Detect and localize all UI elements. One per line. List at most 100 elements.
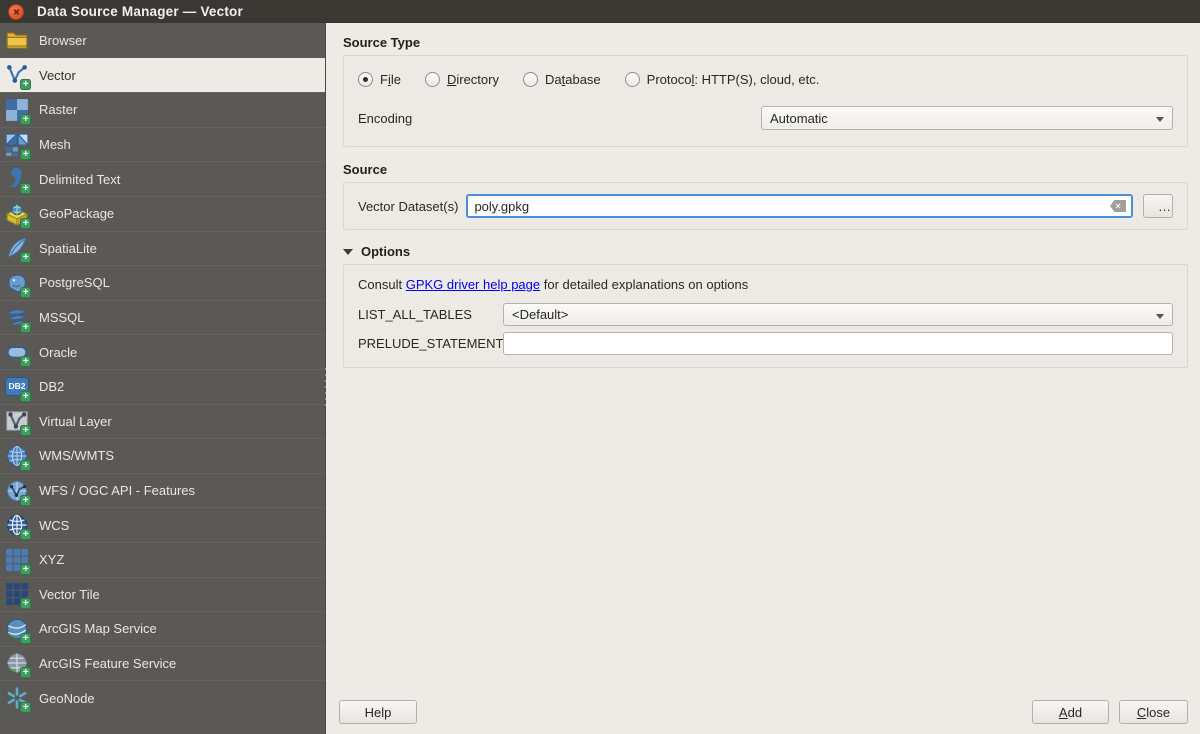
mesh-icon [4, 132, 31, 160]
add-button[interactable]: Add [1032, 700, 1109, 724]
sidebar-item-mssql[interactable]: MSSQL [0, 299, 325, 335]
window-title: Data Source Manager — Vector [37, 4, 243, 19]
arcgis-globe-gray-icon [4, 650, 31, 679]
add-plus-badge-icon [20, 494, 31, 506]
source-type-group: File Directory Database Protocol: HTTP(S… [343, 55, 1188, 147]
sidebar-item-postgresql[interactable]: PostgreSQL [0, 265, 325, 300]
prelude-statements-input[interactable] [503, 332, 1173, 355]
sidebar-item-wcs[interactable]: WCS [0, 507, 325, 542]
source-sidebar: Browser Vector Raster Mesh [0, 23, 329, 734]
elephant-icon [4, 270, 31, 298]
sidebar-item-virtual-layer[interactable]: Virtual Layer [0, 403, 325, 439]
add-plus-badge-icon [20, 321, 31, 333]
chevron-down-icon [1156, 314, 1164, 319]
encoding-label: Encoding [358, 110, 413, 126]
sidebar-item-vector-tile[interactable]: Vector Tile [0, 576, 325, 612]
vector-source-panel: Source Type File Directory Database Prot [326, 23, 1200, 734]
radio-unselected-icon [424, 72, 440, 87]
vector-icon [4, 62, 31, 91]
close-window-button[interactable] [8, 3, 24, 20]
raster-icon [4, 97, 31, 125]
sidebar-item-oracle[interactable]: Oracle [0, 334, 325, 369]
sidebar-item-vector[interactable]: Vector [0, 57, 325, 93]
add-plus-badge-icon [20, 529, 31, 541]
virtual-layer-icon [4, 408, 31, 437]
radio-unselected-icon [624, 72, 640, 87]
radio-protocol[interactable]: Protocol: HTTP(S), cloud, etc. [624, 72, 819, 87]
collapse-arrow-icon[interactable] [343, 248, 353, 255]
sidebar-item-wfs-ogc-api-features[interactable]: WFS / OGC API - Features [0, 472, 325, 508]
list-all-tables-label: LIST_ALL_TABLES [358, 307, 472, 322]
feather-icon [4, 235, 31, 264]
radio-selected-icon [358, 72, 373, 87]
mssql-icon [4, 305, 31, 333]
options-group: Consult GPKG driver help page for detail… [343, 264, 1188, 368]
add-plus-badge-icon [20, 598, 31, 610]
radio-directory[interactable]: Directory [424, 72, 499, 87]
encoding-row: Encoding Automatic [358, 106, 1173, 130]
radio-unselected-icon [522, 72, 538, 87]
globe-icon [4, 443, 31, 471]
source-title: Source [343, 162, 388, 177]
browse-button[interactable]: … [1143, 194, 1173, 218]
sidebar-item-geopackage[interactable]: GeoPackage [0, 195, 325, 231]
list-all-tables-row: LIST_ALL_TABLES <Default> [358, 303, 1173, 326]
folder-icon [4, 27, 30, 53]
chevron-down-icon [1156, 117, 1164, 122]
consult-line: Consult GPKG driver help page for detail… [358, 277, 749, 292]
db2-icon: DB2 [4, 374, 31, 402]
add-plus-badge-icon [20, 183, 31, 195]
list-all-tables-select[interactable]: <Default> [503, 303, 1173, 326]
help-button[interactable]: Help [339, 700, 417, 724]
source-group: Vector Dataset(s) … [343, 182, 1188, 230]
dialog-footer: Help Add Close [339, 700, 1188, 724]
sidebar-item-raster[interactable]: Raster [0, 92, 325, 127]
geonode-spark-icon [4, 685, 31, 714]
source-type-title: Source Type [343, 35, 421, 50]
add-plus-badge-icon [20, 79, 31, 91]
sidebar-item-arcgis-map-service[interactable]: ArcGIS Map Service [0, 611, 325, 646]
add-plus-badge-icon [20, 563, 31, 575]
prelude-statements-row: PRELUDE_STATEMENTS [358, 332, 1173, 355]
radio-file[interactable]: File [358, 72, 401, 87]
radio-database[interactable]: Database [522, 72, 601, 87]
add-plus-badge-icon [20, 148, 31, 160]
titlebar: Data Source Manager — Vector [0, 0, 1200, 23]
add-plus-badge-icon [20, 459, 31, 471]
gpkg-driver-help-link[interactable]: GPKG driver help page [406, 277, 540, 292]
sidebar-item-xyz[interactable]: XYZ [0, 541, 325, 577]
geopackage-icon [4, 201, 31, 229]
oracle-icon [4, 339, 31, 368]
sidebar-item-mesh[interactable]: Mesh [0, 126, 325, 162]
sidebar-item-geonode[interactable]: GeoNode [0, 680, 325, 715]
add-plus-badge-icon [20, 356, 31, 368]
dataset-input[interactable] [466, 194, 1133, 218]
sidebar-item-wms-wmts[interactable]: WMS/WMTS [0, 438, 325, 473]
add-plus-badge-icon [20, 390, 31, 402]
add-plus-badge-icon [20, 252, 31, 264]
tiles-icon [4, 547, 31, 575]
sidebar-item-browser[interactable]: Browser [0, 23, 325, 58]
options-title: Options [361, 244, 411, 259]
close-icon [9, 5, 23, 19]
add-plus-badge-icon [20, 286, 31, 298]
add-plus-badge-icon [20, 217, 31, 229]
sidebar-item-arcgis-feature-service[interactable]: ArcGIS Feature Service [0, 645, 325, 681]
close-button[interactable]: Close [1119, 700, 1188, 724]
add-plus-badge-icon [20, 667, 31, 679]
prelude-statements-label: PRELUDE_STATEMENTS [358, 336, 513, 351]
comma-icon [4, 166, 31, 195]
encoding-select[interactable]: Automatic [761, 106, 1173, 130]
globe-nodes-icon [4, 478, 31, 506]
dataset-row: Vector Dataset(s) … [358, 194, 1173, 218]
add-plus-badge-icon [20, 113, 31, 125]
arcgis-globe-icon [4, 616, 31, 644]
sidebar-item-spatialite[interactable]: SpatiaLite [0, 230, 325, 266]
add-plus-badge-icon [20, 702, 31, 714]
add-plus-badge-icon [20, 425, 31, 437]
add-plus-badge-icon [20, 632, 31, 644]
sidebar-item-delimited-text[interactable]: Delimited Text [0, 161, 325, 196]
sidebar-item-db2[interactable]: DB2 DB2 [0, 368, 325, 404]
options-header[interactable]: Options [343, 244, 1188, 259]
source-type-radio-row: File Directory Database Protocol: HTTP(S… [358, 72, 1173, 87]
